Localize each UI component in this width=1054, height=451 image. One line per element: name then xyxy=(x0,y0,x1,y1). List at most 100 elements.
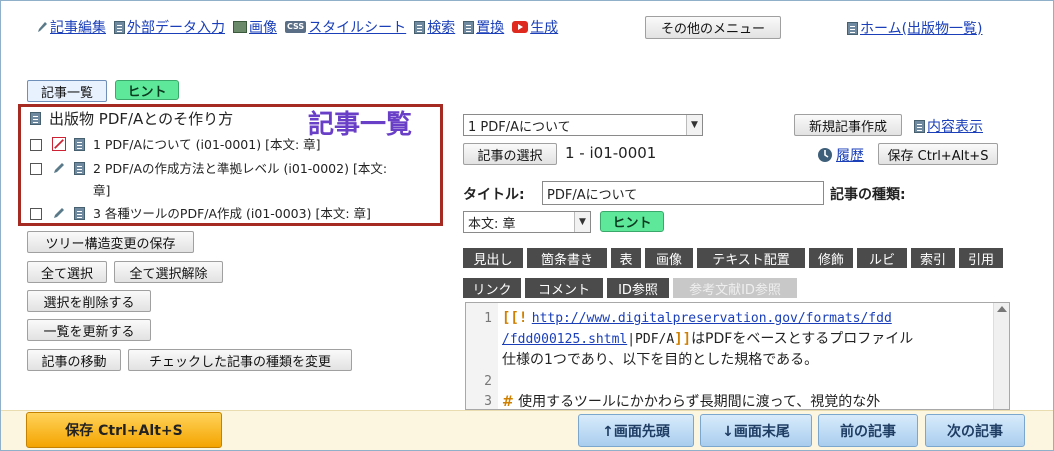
play-icon xyxy=(512,21,529,33)
menu-import[interactable]: 外部データ入力 xyxy=(114,17,225,37)
toolbar-quote[interactable]: 引用 xyxy=(959,248,1003,268)
list-item[interactable]: 1 PDF/Aについて (i01-0001) [本文: 章] xyxy=(30,134,403,156)
article-select[interactable]: 1 PDF/Aについて ▼ xyxy=(463,114,703,136)
code-text: 仕様の1つであり、以下を目的とした規格である。 xyxy=(502,352,819,368)
list-item-label[interactable]: 1 PDF/Aについて (i01-0001) [本文: 章] xyxy=(93,134,403,156)
top-menu: 記事編集 外部データ入力 画像 CSS スタイルシート 検索 置換 生成 xyxy=(36,17,566,37)
toolbar-link[interactable]: リンク xyxy=(463,278,521,298)
menu-edit-link[interactable]: 記事編集 xyxy=(50,17,106,37)
deselect-all-button[interactable]: 全て選択解除 xyxy=(114,261,223,283)
type-select[interactable]: 本文: 章 ▼ xyxy=(463,211,591,233)
home-link-wrap[interactable]: ホーム(出版物一覧) xyxy=(847,18,983,38)
history-link[interactable]: 履歴 xyxy=(836,145,864,165)
type-select-value: 本文: 章 xyxy=(468,216,516,232)
document-icon xyxy=(74,138,85,151)
menu-image-link[interactable]: 画像 xyxy=(249,17,277,37)
menu-generate-link[interactable]: 生成 xyxy=(530,17,558,37)
tab-hint[interactable]: ヒント xyxy=(115,80,179,100)
list-item-label[interactable]: 2 PDF/Aの作成方法と準拠レベル (i01-0002) [本文: 章] xyxy=(93,158,403,202)
code-bracket: ]] xyxy=(674,331,692,347)
line-number: 1 xyxy=(484,311,492,326)
chevron-down-icon: ▼ xyxy=(686,115,702,135)
item-checkbox[interactable] xyxy=(30,139,42,151)
refresh-list-button[interactable]: 一覧を更新する xyxy=(27,319,151,341)
pencil-icon[interactable] xyxy=(52,161,66,175)
menu-replace-link[interactable]: 置換 xyxy=(476,17,504,37)
menu-stylesheet[interactable]: CSS スタイルシート xyxy=(285,17,406,37)
editor-scrollbar[interactable] xyxy=(993,303,1009,409)
item-checkbox[interactable] xyxy=(30,163,42,175)
toolbar-heading[interactable]: 見出し xyxy=(463,248,523,268)
save-tree-button[interactable]: ツリー構造変更の保存 xyxy=(27,231,194,253)
toolbar-index[interactable]: 索引 xyxy=(911,248,955,268)
toolbar-decoration[interactable]: 修飾 xyxy=(809,248,853,268)
document-icon xyxy=(114,20,125,34)
menu-image[interactable]: 画像 xyxy=(233,17,277,37)
document-icon xyxy=(914,119,925,133)
pencil-icon[interactable] xyxy=(52,206,66,220)
menu-search[interactable]: 検索 xyxy=(414,17,455,37)
history-wrap[interactable]: 履歴 xyxy=(817,145,864,165)
code-line: 仕様の1つであり、以下を目的とした規格である。 xyxy=(502,350,818,371)
prev-article-button[interactable]: 前の記事 xyxy=(818,414,918,447)
title-input[interactable]: PDF/Aについて xyxy=(542,181,824,205)
menu-search-link[interactable]: 検索 xyxy=(427,17,455,37)
article-id: 1 - i01-0001 xyxy=(565,144,657,162)
title-input-value: PDF/Aについて xyxy=(547,187,638,203)
document-icon xyxy=(74,162,85,175)
menu-stylesheet-link[interactable]: スタイルシート xyxy=(308,17,406,37)
new-article-button[interactable]: 新規記事作成 xyxy=(794,114,902,136)
code-editor[interactable]: 1 2 3 [[! http://www.digitalpreservation… xyxy=(465,302,1010,410)
list-item-label[interactable]: 3 各種ツールのPDF/A作成 (i01-0003) [本文: 章] xyxy=(93,203,403,225)
move-article-button[interactable]: 記事の移動 xyxy=(27,349,121,371)
code-text: 使用するツールにかかわらず長期間に渡って、視覚的な外 xyxy=(513,394,881,410)
choose-article-button[interactable]: 記事の選択 xyxy=(463,143,557,165)
tab-article-list[interactable]: 記事一覧 xyxy=(27,80,107,102)
code-hash: # xyxy=(502,394,514,410)
menu-replace[interactable]: 置換 xyxy=(463,17,504,37)
save-shortcut-button[interactable]: 保存 Ctrl+Alt+S xyxy=(878,143,998,165)
document-icon xyxy=(30,112,41,125)
line-number: 2 xyxy=(484,374,492,389)
home-link[interactable]: ホーム(出版物一覧) xyxy=(860,18,983,38)
toolbar-image[interactable]: 画像 xyxy=(645,248,693,268)
article-select-value: 1 PDF/Aについて xyxy=(468,119,571,135)
delete-selected-button[interactable]: 選択を削除する xyxy=(27,290,151,312)
toolbar-id-ref[interactable]: ID参照 xyxy=(607,278,669,298)
show-content-wrap[interactable]: 内容表示 xyxy=(914,116,983,136)
code-url[interactable]: /fdd000125.shtml xyxy=(502,332,627,347)
toolbar-table[interactable]: 表 xyxy=(611,248,641,268)
item-checkbox[interactable] xyxy=(30,208,42,220)
other-menu-button[interactable]: その他のメニュー xyxy=(645,16,781,39)
toolbar-comment[interactable]: コメント xyxy=(525,278,603,298)
menu-generate[interactable]: 生成 xyxy=(512,17,558,37)
list-item[interactable]: 2 PDF/Aの作成方法と準拠レベル (i01-0002) [本文: 章] xyxy=(30,158,403,202)
hint-button[interactable]: ヒント xyxy=(600,211,664,232)
code-bracket: [[! xyxy=(502,310,528,326)
show-content-link[interactable]: 内容表示 xyxy=(927,116,983,136)
code-url[interactable]: http://www.digitalpreservation.gov/forma… xyxy=(532,311,892,326)
next-article-button[interactable]: 次の記事 xyxy=(925,414,1025,447)
toolbar-bullets[interactable]: 箇条書き xyxy=(527,248,607,268)
scroll-up-icon[interactable] xyxy=(997,306,1007,312)
document-icon xyxy=(414,20,426,34)
toolbar-text-align[interactable]: テキスト配置 xyxy=(697,248,805,268)
code-line: [[! http://www.digitalpreservation.gov/f… xyxy=(502,308,892,329)
change-type-button[interactable]: チェックした記事の種類を変更 xyxy=(128,349,352,371)
menu-import-link[interactable]: 外部データ入力 xyxy=(127,17,225,37)
menu-edit[interactable]: 記事編集 xyxy=(36,17,106,37)
type-label: 記事の種類: xyxy=(830,187,906,203)
code-text: |PDF/A xyxy=(627,332,675,347)
scroll-end-button[interactable]: ↓画面末尾 xyxy=(700,414,812,447)
toolbar-bib-ref[interactable]: 参考文献ID参照 xyxy=(673,278,797,298)
document-icon xyxy=(463,20,475,34)
select-all-button[interactable]: 全て選択 xyxy=(27,261,107,283)
publication-title-text: 出版物 PDF/Aとのそ作り方 xyxy=(49,110,234,128)
clock-icon xyxy=(818,148,832,162)
pencil-icon[interactable] xyxy=(52,137,66,151)
list-item[interactable]: 3 各種ツールのPDF/A作成 (i01-0003) [本文: 章] xyxy=(30,203,403,225)
scroll-top-button[interactable]: ↑画面先頭 xyxy=(578,414,694,447)
toolbar-ruby[interactable]: ルビ xyxy=(857,248,907,268)
code-line: /fdd000125.shtml|PDF/A]]はPDFをベースとするプロファイ… xyxy=(502,329,913,350)
save-button[interactable]: 保存 Ctrl+Alt+S xyxy=(26,412,222,448)
